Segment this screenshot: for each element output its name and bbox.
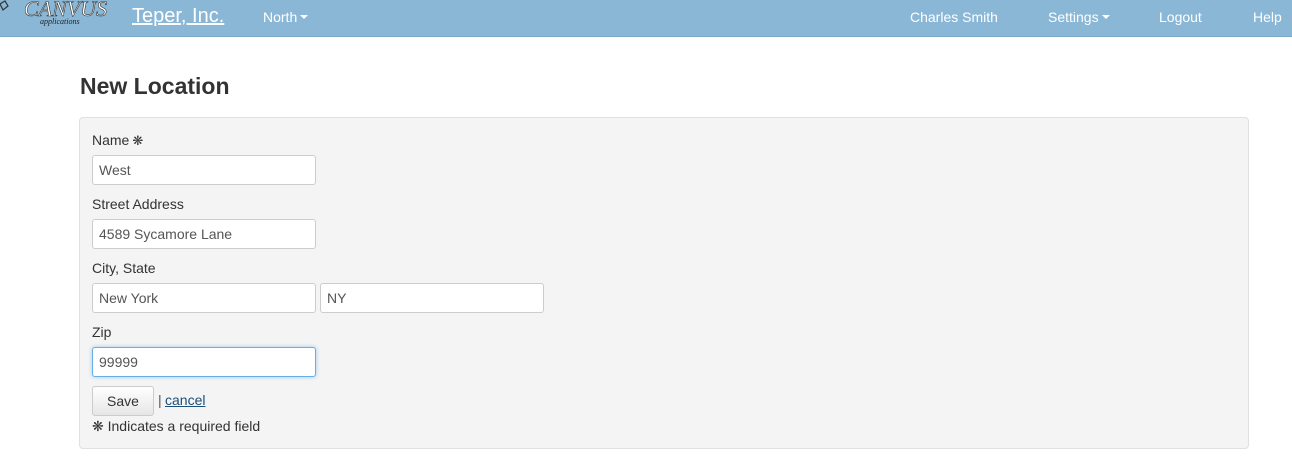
svg-text:applications: applications <box>40 17 80 26</box>
separator: | <box>158 392 162 408</box>
zip-input[interactable] <box>92 347 316 377</box>
required-field-note: ❋ Indicates a required field <box>92 418 260 435</box>
required-note-text: Indicates a required field <box>107 418 261 434</box>
city-state-label: City, State <box>92 260 156 276</box>
top-navbar: CANVUS applications Teper, Inc. North Ch… <box>0 0 1292 37</box>
logout-link[interactable]: Logout <box>1159 9 1202 25</box>
state-input[interactable] <box>320 283 544 313</box>
required-asterisk-icon: ❋ <box>132 133 144 148</box>
caret-down-icon <box>300 15 309 20</box>
caret-down-icon <box>1101 15 1110 20</box>
save-button[interactable]: Save <box>92 386 154 416</box>
region-dropdown[interactable]: North <box>263 9 309 25</box>
user-name-link[interactable]: Charles Smith <box>910 9 998 25</box>
street-address-label: Street Address <box>92 196 184 212</box>
canvus-logo[interactable]: CANVUS applications <box>0 0 125 34</box>
settings-label: Settings <box>1048 9 1099 25</box>
cancel-link[interactable]: cancel <box>165 392 205 408</box>
zip-label: Zip <box>92 324 112 340</box>
street-address-input[interactable] <box>92 219 316 249</box>
required-asterisk-icon: ❋ <box>92 418 104 434</box>
brand-link[interactable]: Teper, Inc. <box>132 5 224 28</box>
page-title: New Location <box>80 73 230 99</box>
name-label: Name ❋ <box>92 132 143 149</box>
name-label-text: Name <box>92 132 130 148</box>
name-input[interactable] <box>92 155 316 185</box>
region-label: North <box>263 9 298 25</box>
settings-dropdown[interactable]: Settings <box>1048 9 1110 25</box>
help-link[interactable]: Help <box>1253 9 1282 25</box>
city-input[interactable] <box>92 283 316 313</box>
